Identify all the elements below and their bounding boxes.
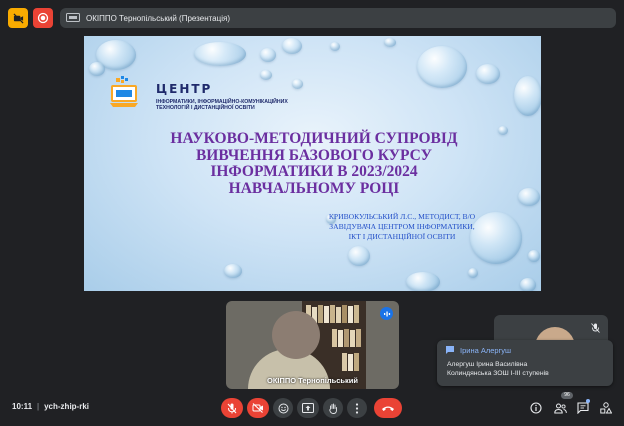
water-drop	[348, 246, 370, 266]
chat-notification[interactable]: Ірина Алергуш Алергуш Ірина Василівна Ко…	[437, 340, 613, 386]
activities-icon	[600, 402, 612, 414]
activities-button[interactable]	[599, 401, 613, 415]
chat-icon	[446, 346, 454, 354]
meeting-code: ych-zhip-rki	[44, 402, 90, 411]
water-drop	[384, 38, 396, 47]
meeting-time: 10:11	[12, 402, 33, 411]
logo-computer-icon	[110, 76, 138, 107]
water-drop	[292, 79, 303, 89]
raise-hand-icon	[329, 403, 337, 414]
water-drop	[476, 64, 500, 84]
mic-off-icon	[591, 323, 600, 333]
presentation-slide: ЦЕНТР ІНФОРМАТИКИ, ІНФОРМАЦІЙНО-КОМУНІКА…	[84, 36, 541, 291]
mic-off-icon	[227, 403, 237, 413]
camera-off-indicator[interactable]	[8, 8, 28, 28]
speaking-icon	[383, 311, 390, 316]
present-button[interactable]	[297, 398, 319, 418]
water-drop	[260, 70, 272, 80]
recording-indicator[interactable]	[33, 8, 53, 28]
bottom-control-bar: 10:11 | ych-zhip-rki	[0, 392, 624, 426]
logo-subtitle: ІНФОРМАТИКИ, ІНФОРМАЦІЙНО-КОМУНІКАЦІЙНИХ…	[156, 99, 288, 112]
people-icon	[553, 403, 567, 413]
present-icon	[302, 403, 314, 413]
presenting-label: ОКІППО Тернопільський (Презентація)	[86, 13, 230, 23]
water-drop	[260, 48, 276, 62]
emoji-button[interactable]	[273, 398, 293, 418]
water-drop	[514, 76, 541, 116]
slide-title: НАУКОВО-МЕТОДИЧНИЙ СУПРОВІД ВИВЧЕННЯ БАЗ…	[170, 130, 458, 197]
water-drop	[224, 264, 242, 278]
chat-message-line: Алергуш Ірина Василівна	[447, 361, 528, 368]
participants-count-badge: 96	[561, 392, 573, 399]
raise-hand-button[interactable]	[323, 398, 343, 418]
water-drop	[518, 188, 540, 206]
camera-toggle-button[interactable]	[247, 398, 269, 418]
water-drop	[330, 42, 340, 51]
meeting-separator: |	[37, 402, 40, 411]
water-drop	[498, 126, 508, 135]
emoji-icon	[278, 403, 288, 413]
water-drop	[417, 46, 467, 88]
hang-up-icon	[382, 406, 394, 411]
presenting-bar[interactable]: ОКІППО Тернопільський (Презентація)	[60, 8, 616, 28]
chat-icon	[577, 402, 589, 414]
meeting-details-button[interactable]	[529, 401, 543, 415]
more-options-button[interactable]	[347, 398, 367, 418]
participant-video-tile[interactable]: ОКІППО Тернопільський	[226, 301, 399, 389]
participant-name: ОКІППО Тернопільський	[266, 376, 358, 385]
record-icon	[37, 12, 49, 24]
chat-sender: Ірина Алергуш	[460, 345, 512, 355]
chat-unread-dot	[586, 399, 590, 403]
more-icon	[355, 402, 359, 414]
participant-head	[272, 311, 320, 359]
logo-title: ЦЕНТР	[156, 82, 213, 96]
water-drop	[406, 272, 440, 291]
leave-call-button[interactable]	[374, 398, 402, 418]
water-drop	[282, 38, 302, 54]
mic-toggle-button[interactable]	[221, 398, 243, 418]
chat-button[interactable]	[576, 401, 590, 415]
presentation-icon	[66, 13, 80, 22]
water-drop	[528, 250, 540, 262]
water-drop	[194, 42, 246, 66]
water-drop	[468, 268, 478, 278]
info-icon	[530, 402, 542, 414]
chat-message-line: Колиндянська ЗОШ І-ІІІ ступенів	[447, 370, 549, 377]
camera-off-icon	[12, 12, 24, 24]
water-drop	[520, 278, 536, 291]
speaking-indicator	[380, 307, 393, 320]
camera-off-icon	[252, 403, 263, 413]
water-drop	[89, 62, 105, 76]
meeting-info: 10:11 | ych-zhip-rki	[12, 402, 89, 411]
slide-author: КРИВОКУЛЬСЬКИЙ Л.С., МЕТОДИСТ, В/О ЗАВІД…	[328, 212, 476, 241]
people-button[interactable]	[553, 401, 567, 415]
